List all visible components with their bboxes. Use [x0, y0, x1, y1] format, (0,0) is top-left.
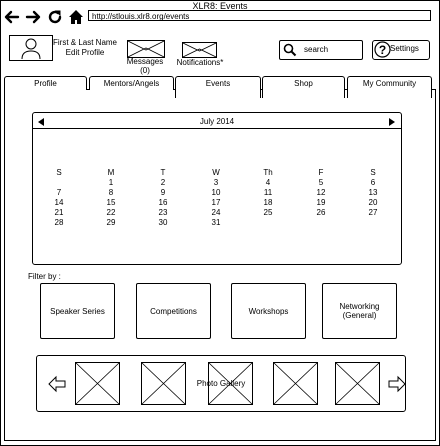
notifications-envelope-icon[interactable]: [182, 42, 217, 58]
weekday-header: T: [160, 168, 166, 177]
calendar-day[interactable]: 4: [243, 178, 293, 188]
weekday-header: S: [56, 168, 62, 177]
calendar-day[interactable]: 9: [138, 188, 188, 198]
calendar-day[interactable]: 30: [138, 218, 188, 228]
reload-icon[interactable]: [47, 9, 63, 25]
forward-arrow-icon[interactable]: [25, 9, 41, 25]
weekday-header: Th: [263, 168, 273, 177]
user-icon: [21, 38, 41, 60]
calendar-day[interactable]: 18: [243, 198, 293, 208]
messages-count: (0): [140, 66, 150, 75]
calendar-day[interactable]: 15: [86, 198, 136, 208]
calendar-day[interactable]: 6: [348, 178, 398, 188]
settings-label: Settings: [390, 44, 419, 53]
calendar-day[interactable]: 11: [243, 188, 293, 198]
calendar-day[interactable]: 2: [138, 178, 188, 188]
calendar-day[interactable]: 8: [86, 188, 136, 198]
calendar-day[interactable]: 26: [296, 208, 346, 218]
profile-name-link[interactable]: First & Last Name Edit Profile: [52, 38, 118, 58]
calendar-day[interactable]: 25: [243, 208, 293, 218]
calendar-day[interactable]: 10: [191, 188, 241, 198]
profile-name: First & Last Name: [52, 38, 117, 47]
messages-label[interactable]: Messages: [119, 57, 171, 66]
calendar-day[interactable]: 13: [348, 188, 398, 198]
settings-button[interactable]: ? Settings: [372, 40, 430, 60]
home-icon[interactable]: [68, 9, 84, 25]
calendar-day[interactable]: 31: [191, 218, 241, 228]
filter-speaker-series[interactable]: Speaker Series: [40, 283, 115, 339]
calendar-day[interactable]: 7: [34, 188, 84, 198]
calendar-day[interactable]: 21: [34, 208, 84, 218]
calendar-day[interactable]: 22: [86, 208, 136, 218]
tab-profile[interactable]: Profile: [4, 76, 87, 90]
avatar[interactable]: [9, 35, 53, 61]
calendar-day[interactable]: 23: [138, 208, 188, 218]
search-button[interactable]: search: [279, 40, 363, 60]
filter-competitions[interactable]: Competitions: [136, 283, 211, 339]
filter-label: Filter by :: [28, 272, 61, 281]
calendar-day[interactable]: 27: [348, 208, 398, 218]
calendar-day[interactable]: 24: [191, 208, 241, 218]
calendar-day[interactable]: 16: [138, 198, 188, 208]
tab-my-community[interactable]: My Community: [347, 76, 432, 98]
calendar-month: July 2014: [199, 117, 235, 126]
weekday-header: F: [318, 168, 324, 177]
search-label: search: [304, 45, 329, 54]
notifications-label[interactable]: Notifications*: [171, 58, 229, 67]
calendar-day[interactable]: 3: [191, 178, 241, 188]
calendar-day[interactable]: 28: [34, 218, 84, 228]
edit-profile-link[interactable]: Edit Profile: [52, 48, 118, 58]
tab-mentors-angels[interactable]: Mentors/Angels: [89, 76, 174, 90]
filter-networking[interactable]: Networking (General): [322, 283, 397, 339]
tab-events[interactable]: Events: [175, 76, 261, 98]
search-icon: [283, 43, 297, 57]
filter-workshops[interactable]: Workshops: [231, 283, 306, 339]
calendar-day[interactable]: 5: [296, 178, 346, 188]
svg-text:?: ?: [379, 43, 386, 57]
calendar-day[interactable]: 12: [296, 188, 346, 198]
tab-shop[interactable]: Shop: [262, 76, 345, 98]
messages-envelope-icon[interactable]: [127, 40, 165, 58]
weekday-header: W: [212, 168, 220, 177]
calendar-day[interactable]: 19: [296, 198, 346, 208]
gallery-title: Photo Gallery: [196, 379, 246, 388]
calendar-day[interactable]: 29: [86, 218, 136, 228]
calendar-day[interactable]: 20: [348, 198, 398, 208]
help-icon: ?: [374, 41, 391, 58]
calendar-day[interactable]: 17: [191, 198, 241, 208]
address-bar[interactable]: http://stlouis.xlr8.org/events: [88, 10, 431, 21]
weekday-header: S: [370, 168, 376, 177]
calendar-day[interactable]: 1: [86, 178, 136, 188]
back-arrow-icon[interactable]: [4, 9, 20, 25]
calendar-day[interactable]: 14: [34, 198, 84, 208]
weekday-header: M: [107, 168, 115, 177]
